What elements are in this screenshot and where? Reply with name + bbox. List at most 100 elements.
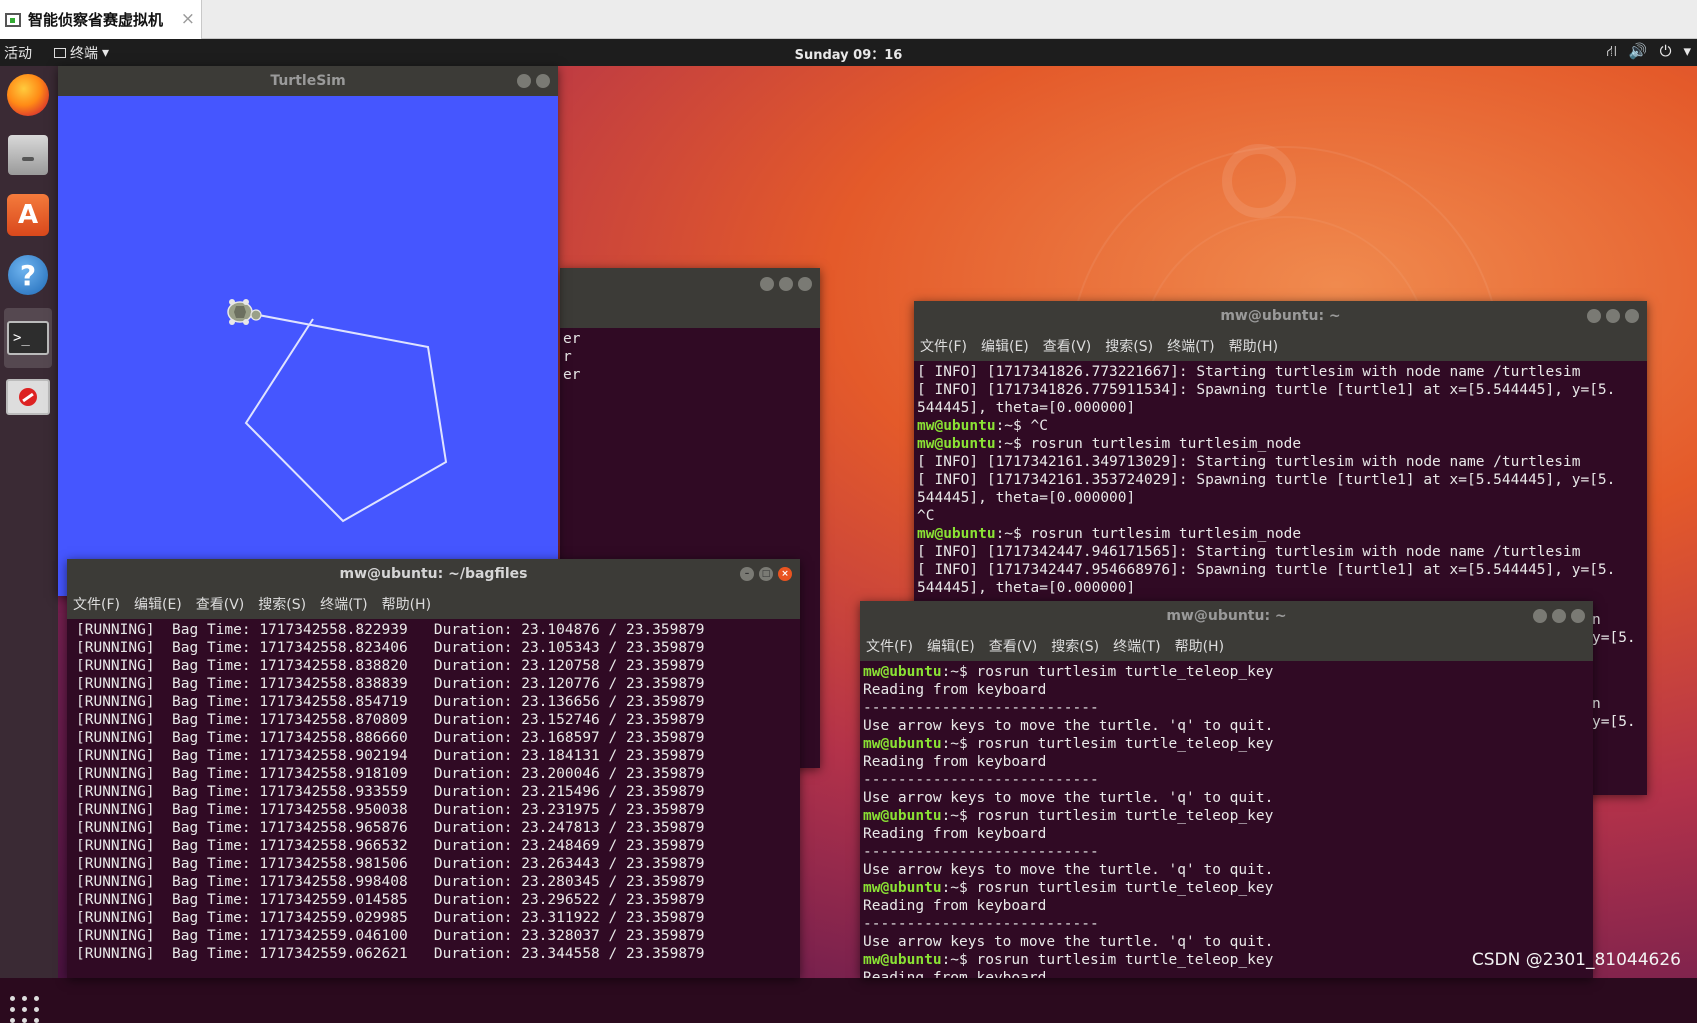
- line-text: Reading from keyboard: [863, 898, 1047, 914]
- minimize-icon[interactable]: [760, 277, 774, 291]
- maximize-icon[interactable]: □: [759, 567, 773, 581]
- line-text: Reading from keyboard: [863, 826, 1047, 842]
- line-text: Use arrow keys to move the turtle. 'q' t…: [863, 862, 1274, 878]
- maximize-icon[interactable]: [779, 277, 793, 291]
- line-text: [ INFO] [1717342161.349713029]: Starting…: [917, 454, 1581, 470]
- clock[interactable]: Sunday 09：16: [0, 44, 1697, 63]
- close-icon[interactable]: [536, 74, 550, 88]
- line-text: [ INFO] [1717342447.954668976]: Spawning…: [917, 562, 1616, 578]
- close-icon[interactable]: [798, 277, 812, 291]
- minimize-icon[interactable]: [1587, 309, 1601, 323]
- volume-icon[interactable]: 🔊: [1629, 42, 1648, 62]
- bag-window-title: mw@ubuntu: ~/bagfiles: [339, 566, 528, 582]
- menu-item[interactable]: 查看(V): [1043, 336, 1092, 356]
- teleop-terminal-body[interactable]: mw@ubuntu:~$ rosrun turtlesim turtle_tel…: [860, 661, 1593, 978]
- terminal-line: Reading from keyboard: [863, 825, 1590, 843]
- line-text: Reading from keyboard: [863, 970, 1047, 978]
- terminal-line: [RUNNING] Bag Time: 1717342558.933559 Du…: [76, 784, 705, 800]
- terminal-line: [RUNNING] Bag Time: 1717342558.886660 Du…: [76, 730, 705, 746]
- terminal-line: [RUNNING] Bag Time: 1717342558.950038 Du…: [76, 802, 705, 818]
- menu-item[interactable]: 搜索(S): [1105, 336, 1153, 356]
- menu-item[interactable]: 帮助(H): [1175, 636, 1224, 656]
- menu-item[interactable]: 终端(T): [320, 594, 367, 614]
- close-icon[interactable]: ×: [181, 9, 195, 29]
- vm-tab[interactable]: 智能侦察省赛虚拟机 ×: [0, 0, 202, 39]
- line-text: ^C: [917, 508, 935, 524]
- turtlesim-title-bar: TurtleSim: [58, 66, 558, 96]
- top-bar: 活动 终端 ▾ Sunday 09：16 ⛙ 🔊 ⏻ ▾: [0, 39, 1697, 66]
- wallpaper-ring: [1222, 144, 1296, 218]
- terminal-line: [RUNNING] Bag Time: 1717342559.062621 Du…: [76, 946, 705, 962]
- terminal-line: [ INFO] [1717341826.775911534]: Spawning…: [917, 381, 1644, 399]
- maximize-icon[interactable]: [1606, 309, 1620, 323]
- line-text: [ INFO] [1717342447.946171565]: Starting…: [917, 544, 1581, 560]
- bag-terminal-window[interactable]: mw@ubuntu: ~/bagfiles – □ × 文件(F) 编辑(E) 查看…: [67, 559, 800, 978]
- menu-item[interactable]: 编辑(E): [927, 636, 975, 656]
- line-text: 544445], theta=[0.000000]: [917, 400, 1136, 416]
- app-grid-icon[interactable]: [10, 996, 40, 1023]
- menu-item[interactable]: 编辑(E): [981, 336, 1029, 356]
- menu-item[interactable]: 文件(F): [920, 336, 967, 356]
- maximize-icon[interactable]: [1552, 609, 1566, 623]
- terminal-line: [ INFO] [1717342161.349713029]: Starting…: [917, 453, 1644, 471]
- close-icon[interactable]: ×: [778, 567, 792, 581]
- dock-firefox[interactable]: [4, 70, 52, 120]
- network-icon[interactable]: ⛙: [1606, 42, 1617, 62]
- minimize-icon[interactable]: [517, 74, 531, 88]
- line-text: Use arrow keys to move the turtle. 'q' t…: [863, 790, 1274, 806]
- chevron-down-icon[interactable]: ▾: [1683, 42, 1691, 62]
- terminal-line: r: [563, 349, 572, 365]
- menu-item[interactable]: 搜索(S): [1051, 636, 1099, 656]
- dock-files[interactable]: [4, 130, 52, 180]
- terminal-line: mw@ubuntu:~$ rosrun turtlesim turtle_tel…: [863, 879, 1590, 897]
- firefox-icon: [7, 74, 49, 116]
- prompt-user-host: mw@ubuntu: [863, 664, 942, 680]
- menu-item[interactable]: 帮助(H): [1229, 336, 1278, 356]
- menu-item[interactable]: 帮助(H): [382, 594, 431, 614]
- dock: A ? >_: [0, 66, 58, 1023]
- terminal-line: [ INFO] [1717341826.773221667]: Starting…: [917, 363, 1644, 381]
- terminal-line: [RUNNING] Bag Time: 1717342558.838839 Du…: [76, 676, 705, 692]
- line-text: [ INFO] [1717341826.775911534]: Spawning…: [917, 382, 1616, 398]
- software-store-icon: A: [7, 194, 49, 236]
- prompt-user-host: mw@ubuntu: [863, 808, 942, 824]
- menu-item[interactable]: 搜索(S): [258, 594, 306, 614]
- menu-item[interactable]: 文件(F): [866, 636, 913, 656]
- close-icon[interactable]: [1625, 309, 1639, 323]
- node-title-bar: mw@ubuntu: ~: [914, 301, 1647, 331]
- prompt-user-host: mw@ubuntu: [917, 436, 996, 452]
- line-text: :~$ ^C: [995, 418, 1048, 434]
- menu-item[interactable]: 文件(F): [73, 594, 120, 614]
- close-icon[interactable]: [1571, 609, 1585, 623]
- line-text: :~$ rosrun turtlesim turtle_teleop_key: [941, 880, 1274, 896]
- dock-terminal[interactable]: >_: [4, 308, 52, 368]
- terminal-line: mw@ubuntu:~$ rosrun turtlesim turtlesim_…: [917, 525, 1644, 543]
- terminal-line: mw@ubuntu:~$ rosrun turtlesim turtle_tel…: [863, 663, 1590, 681]
- prompt-user-host: mw@ubuntu: [863, 880, 942, 896]
- system-tray[interactable]: ⛙ 🔊 ⏻ ▾: [1606, 42, 1691, 62]
- menu-item[interactable]: 终端(T): [1167, 336, 1214, 356]
- terminal-icon: >_: [7, 321, 49, 355]
- turtle-path: [227, 299, 448, 523]
- dock-software[interactable]: A: [4, 190, 52, 240]
- dock-no-entry[interactable]: [4, 372, 52, 422]
- menu-item[interactable]: 查看(V): [196, 594, 245, 614]
- teleop-terminal-window[interactable]: mw@ubuntu: ~ 文件(F) 编辑(E) 查看(V) 搜索(S) 终端(T) 帮助…: [860, 601, 1593, 978]
- teleop-title-bar: mw@ubuntu: ~: [860, 601, 1593, 631]
- bag-terminal-body[interactable]: [RUNNING] Bag Time: 1717342558.822939 Du…: [67, 619, 800, 978]
- dock-help[interactable]: ?: [4, 250, 52, 300]
- menu-item[interactable]: 查看(V): [989, 636, 1038, 656]
- menu-item[interactable]: 终端(T): [1113, 636, 1160, 656]
- power-icon[interactable]: ⏻: [1660, 42, 1672, 62]
- line-text: [ INFO] [1717341826.773221667]: Starting…: [917, 364, 1581, 380]
- minimize-icon[interactable]: [1533, 609, 1547, 623]
- turtlesim-window[interactable]: TurtleSim: [58, 66, 558, 596]
- line-text: ---------------------------: [863, 844, 1099, 860]
- line-text: :~$ rosrun turtlesim turtle_teleop_key: [941, 808, 1274, 824]
- line-text: 544445], theta=[0.000000]: [917, 580, 1136, 596]
- terminal-line: er: [563, 331, 581, 347]
- turtle-trail: [244, 313, 448, 523]
- minimize-icon[interactable]: –: [740, 567, 754, 581]
- terminal-line: [RUNNING] Bag Time: 1717342558.902194 Du…: [76, 748, 705, 764]
- menu-item[interactable]: 编辑(E): [134, 594, 182, 614]
